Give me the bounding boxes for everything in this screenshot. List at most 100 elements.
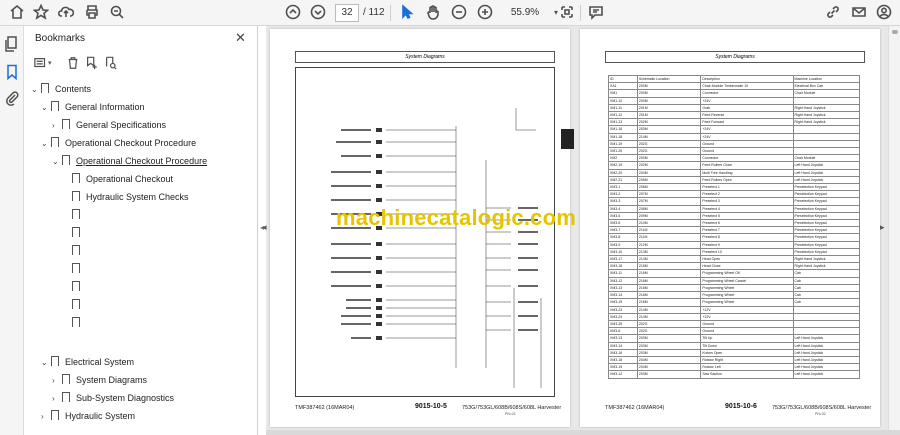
bookmark-icon: [41, 83, 49, 96]
chevron-right-icon[interactable]: ›: [52, 372, 62, 390]
table-cell: XM2-20: [608, 168, 638, 177]
chevron-down-icon[interactable]: ⌄: [52, 153, 62, 171]
bookmark-item[interactable]: › General Specifications: [52, 116, 166, 134]
table-cell: Preselect 4: [700, 204, 794, 213]
table-row: XM1-20 202G Ground: [608, 147, 861, 156]
table-cell: XM3-2: [608, 190, 638, 199]
bookmark-item[interactable]: › Hydraulic System: [41, 407, 135, 425]
bookmark-item[interactable]: [72, 242, 86, 260]
chevron-right-icon[interactable]: ›: [52, 390, 62, 408]
chevron-down-icon[interactable]: ⌄: [41, 135, 51, 153]
table-cell: XM3-6: [608, 327, 638, 336]
next-page-icon[interactable]: [309, 4, 327, 22]
close-icon[interactable]: ✕: [235, 30, 246, 46]
zoom-in-icon[interactable]: [476, 4, 494, 22]
table-cell: 203M: [636, 348, 702, 357]
delete-icon[interactable]: [66, 56, 82, 72]
cloud-upload-icon[interactable]: [57, 4, 75, 22]
print-icon[interactable]: [83, 4, 101, 22]
bookmark-item[interactable]: ⌄ Electrical System: [41, 353, 134, 371]
document-scrollbar[interactable]: [888, 26, 900, 430]
table-cell: Preselect 8: [700, 233, 794, 242]
bookmark-item[interactable]: Hydraulic System Checks: [72, 188, 189, 206]
table-row: XM3-3 207M Preselect 3 Preselection Keypad: [608, 197, 861, 206]
previous-page-icon[interactable]: [284, 4, 302, 22]
email-icon[interactable]: [850, 4, 868, 22]
table-cell: XM3-3: [608, 197, 638, 206]
bookmark-item[interactable]: [72, 314, 86, 332]
table-cell: Connector: [700, 154, 794, 163]
page-thumbnails-icon[interactable]: [4, 36, 20, 52]
table-row: XM3-11 216M Programming Wheel OK Cab: [608, 269, 861, 278]
table-cell: Rotator Left: [700, 363, 794, 372]
table-row: XM3-9 212M Preselect 9 Preselection Keypad: [608, 240, 861, 249]
table-cell: Right Hand Joystick: [792, 255, 861, 264]
footer-page-number: PN=31: [505, 412, 516, 416]
table-cell: XM3-10: [608, 247, 638, 257]
table-cell: Left Hand Joystick: [792, 370, 861, 379]
chevron-down-icon[interactable]: ⌄: [41, 354, 51, 372]
zoom-out-icon[interactable]: [450, 4, 468, 22]
table-cell: XM3-4: [608, 204, 638, 213]
bookmark-item[interactable]: › System Diagrams: [52, 371, 147, 389]
table-cell: [792, 132, 861, 141]
previous-page-arrow-icon[interactable]: ◂: [262, 222, 267, 233]
table-cell: Preselect 10: [700, 247, 794, 257]
page-total: / 112: [363, 7, 385, 18]
bookmark-item[interactable]: [72, 296, 86, 314]
wiring-schematic: [331, 108, 542, 388]
table-cell: +12V: [700, 312, 794, 321]
bookmark-item[interactable]: Operational Checkout: [72, 170, 173, 188]
chevron-down-icon[interactable]: ⌄: [41, 99, 51, 117]
hand-tool-icon[interactable]: [424, 4, 442, 22]
panel-title: Bookmarks: [35, 33, 86, 44]
table-row: XM3-2 207M Preselect 2 Preselection Keypad: [608, 190, 861, 199]
table-cell: Chair Module Timbermatic 10: [700, 82, 794, 91]
star-icon[interactable]: [32, 3, 50, 22]
bookmark-item[interactable]: › Sub-System Diagnostics: [52, 389, 174, 407]
watermark: machinecatalogic.com: [336, 205, 576, 230]
new-bookmark-icon[interactable]: [85, 56, 101, 72]
table-cell: Preselection Keypad: [792, 183, 861, 192]
scrollbar-thumb[interactable]: [892, 30, 898, 34]
link-icon[interactable]: [824, 4, 842, 22]
bookmark-item[interactable]: [72, 278, 86, 296]
home-icon[interactable]: [8, 4, 26, 22]
table-cell: [792, 96, 861, 105]
find-bookmark-icon[interactable]: [104, 56, 120, 72]
table-cell: 214M: [636, 255, 702, 264]
chevron-down-icon[interactable]: ▾: [48, 56, 64, 72]
table-cell: Left Hand Joystick: [792, 175, 861, 185]
chevron-down-icon[interactable]: ⌄: [31, 81, 41, 99]
table-cell: Preselect 6: [700, 219, 794, 228]
zoom-search-icon[interactable]: [108, 4, 126, 22]
account-icon[interactable]: [875, 4, 893, 22]
horizontal-scrollbar[interactable]: [266, 430, 900, 435]
bookmark-item-selected[interactable]: ⌄ Operational Checkout Procedure: [52, 152, 207, 170]
table-cell: Cab: [792, 269, 861, 278]
comment-icon[interactable]: [587, 4, 605, 22]
bookmark-item[interactable]: ⌄ Operational Checkout Procedure: [41, 134, 196, 152]
bookmark-icon[interactable]: [4, 64, 20, 81]
attachment-icon[interactable]: [4, 90, 20, 106]
bookmark-item[interactable]: [72, 206, 86, 224]
zoom-level[interactable]: 55.9%: [503, 4, 547, 22]
table-cell: Preselect 3: [700, 197, 794, 206]
table-row: XM3-6 202G Ground: [608, 327, 861, 336]
page-number-input[interactable]: 32: [335, 4, 359, 22]
chevron-right-icon[interactable]: ›: [41, 408, 51, 426]
bookmark-item[interactable]: [72, 224, 86, 242]
chevron-right-icon[interactable]: ›: [52, 117, 62, 135]
select-cursor-icon[interactable]: [398, 4, 416, 22]
fit-page-icon[interactable]: [558, 4, 576, 22]
bookmark-item[interactable]: [72, 260, 86, 278]
table-row: XM2-19 202M Feed Rollers Close Left Hand Jo…: [608, 161, 861, 170]
next-page-arrow-icon[interactable]: ▸: [880, 222, 885, 233]
table-cell: 204M: [636, 363, 702, 372]
table-cell: 201M: [636, 111, 702, 120]
table-cell: 210M: [636, 219, 702, 228]
table-cell: 205M: [636, 175, 702, 185]
bookmark-item[interactable]: ⌄ Contents: [31, 80, 91, 98]
bookmark-item[interactable]: ⌄ General Information: [41, 98, 145, 116]
table-cell: XM2-19: [608, 161, 638, 170]
